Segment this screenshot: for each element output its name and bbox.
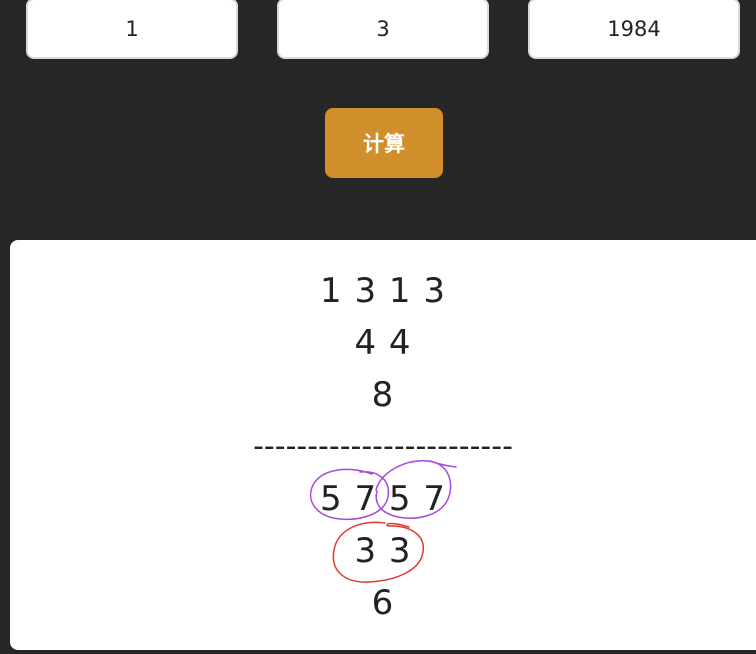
result-panel: 1 3 1 3 4 4 8 ------------------------ 5… bbox=[10, 240, 756, 650]
number-input-3[interactable]: 1984 bbox=[528, 0, 740, 59]
page: 1 3 1984 计算 1 3 1 3 4 4 8 --------------… bbox=[0, 0, 756, 654]
result-divider: ------------------------ bbox=[253, 429, 513, 464]
result-row-1: 1 3 1 3 bbox=[320, 271, 446, 311]
number-input-1[interactable]: 1 bbox=[26, 0, 238, 59]
result-row-4: 5 7 5 7 bbox=[320, 479, 446, 519]
number-input-2[interactable]: 3 bbox=[277, 0, 489, 59]
result-row-5: 3 3 bbox=[354, 531, 412, 571]
result-row-3: 8 bbox=[371, 375, 395, 415]
result-row-6: 6 bbox=[371, 583, 395, 623]
calculate-button[interactable]: 计算 bbox=[325, 108, 443, 178]
result-row-2: 4 4 bbox=[354, 323, 412, 363]
